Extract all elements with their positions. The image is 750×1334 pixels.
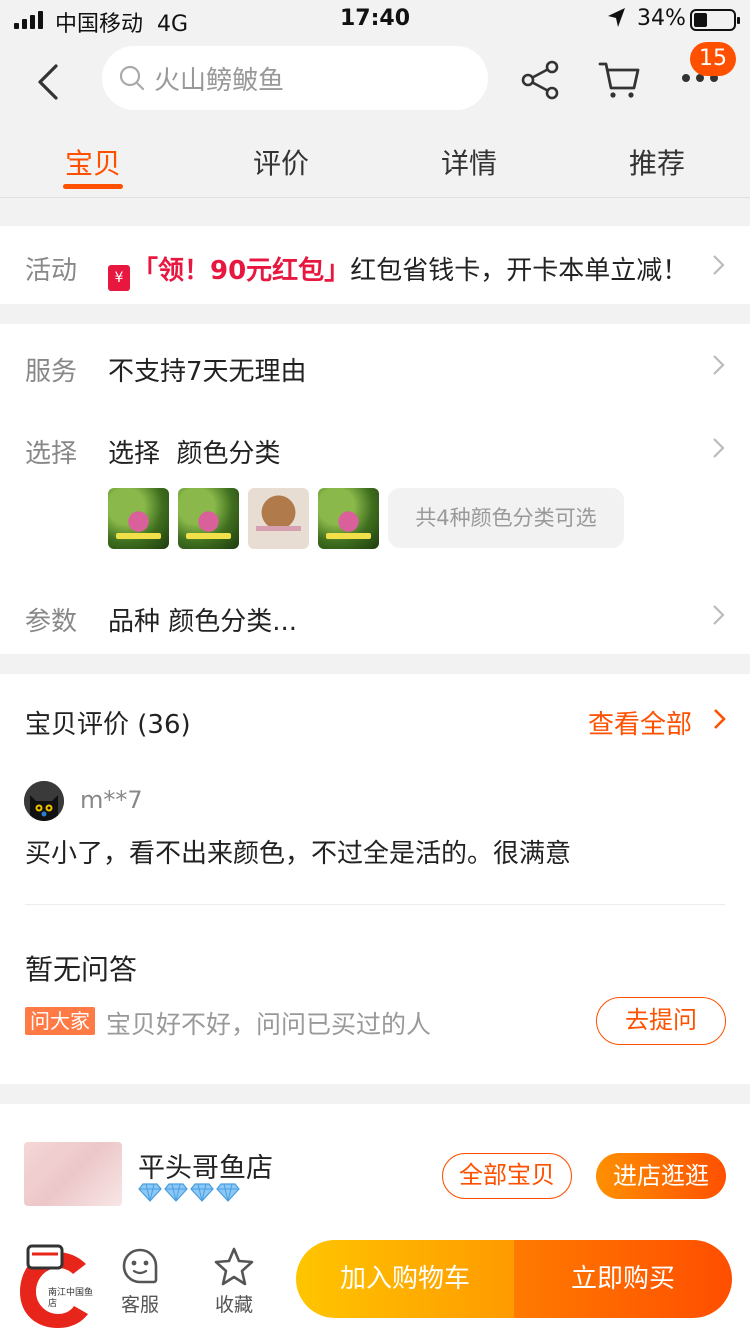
shop-name[interactable]: 平头哥鱼店 (138, 1146, 273, 1185)
tab-details[interactable]: 详情 (409, 142, 529, 182)
chevron-right-icon (714, 709, 726, 729)
activity-promo: ¥ 「领！90元红包」红包省钱卡，开卡本单立减！ (108, 250, 688, 291)
enter-shop-button[interactable]: 进店逛逛 (596, 1153, 726, 1199)
star-icon (214, 1247, 254, 1286)
avatar (24, 781, 64, 821)
active-tab-indicator (63, 184, 123, 189)
share-icon[interactable] (520, 60, 560, 100)
all-items-button[interactable]: 全部宝贝 (442, 1153, 572, 1199)
service-value: 不支持7天无理由 (108, 357, 307, 387)
params-value: 品种 颜色分类... (108, 607, 298, 637)
params-label: 参数 (25, 607, 78, 637)
tab-item[interactable]: 宝贝 (33, 142, 153, 182)
color-option-thumbnail[interactable] (318, 488, 379, 549)
nav-bar: 火山鳑鲏鱼 15 (0, 40, 750, 120)
message-count-badge: 15 (690, 42, 736, 76)
chevron-right-icon (713, 605, 725, 625)
tab-reviews[interactable]: 评价 (221, 142, 341, 182)
service-label: 服务 (25, 357, 78, 387)
shop-logo[interactable] (24, 1142, 122, 1206)
select-value: 选择 颜色分类 (108, 439, 281, 469)
ask-hint: 宝贝好不好，问问已买过的人 (106, 1010, 432, 1039)
color-option-thumbnail[interactable] (248, 488, 309, 549)
red-packet-icon: ¥ (108, 265, 130, 291)
search-input[interactable]: 火山鳑鲏鱼 (102, 46, 488, 110)
activity-label: 活动 (25, 256, 78, 286)
tab-bar: 宝贝 评价 详情 推荐 (0, 120, 750, 198)
activity-row[interactable]: 活动 ¥ 「领！90元红包」红包省钱卡，开卡本单立减！ (0, 226, 750, 304)
status-bar: 中国移动 4G 17:40 34% (0, 0, 750, 40)
buy-now-button[interactable]: 立即购买 (514, 1240, 732, 1318)
see-all-reviews-link[interactable]: 查看全部 (588, 704, 692, 741)
reviews-title: 宝贝评价 (36) (25, 710, 191, 740)
bottom-action-bar: 南江中国鱼店 客服 收藏 加入购物车 立即购买 (0, 1230, 750, 1334)
diamond-icon (138, 1183, 162, 1202)
ask-everyone-badge: 问大家 (25, 1007, 95, 1035)
battery-icon (690, 9, 740, 31)
promo-highlight: 「领！90元红包」 (132, 256, 351, 286)
cart-icon[interactable] (598, 60, 642, 100)
color-option-thumbnail[interactable] (108, 488, 169, 549)
location-arrow-icon (608, 8, 625, 27)
add-to-cart-button[interactable]: 加入购物车 (296, 1240, 514, 1318)
chat-face-icon (122, 1248, 158, 1284)
chevron-right-icon (713, 438, 725, 458)
store-icon-text: 南江中国鱼店 (48, 1288, 94, 1309)
ask-question-button[interactable]: 去提问 (596, 997, 726, 1045)
diamond-icon (190, 1183, 214, 1202)
select-label: 选择 (25, 439, 78, 469)
favorite-button[interactable]: 收藏 (204, 1246, 264, 1317)
reviewer-name: m**7 (80, 786, 143, 814)
divider (25, 904, 725, 905)
battery-percent: 34% (637, 6, 686, 31)
search-placeholder: 火山鳑鲏鱼 (154, 65, 285, 96)
promo-text: 红包省钱卡，开卡本单立减！ (350, 256, 689, 286)
battery-fill (694, 13, 707, 27)
chevron-right-icon (713, 355, 725, 375)
more-colors-button[interactable]: 共4种颜色分类可选 (388, 488, 624, 548)
back-arrow-icon[interactable] (28, 60, 72, 104)
store-icon[interactable]: 南江中国鱼店 (16, 1244, 96, 1330)
search-icon (119, 65, 145, 91)
tab-recommend[interactable]: 推荐 (597, 142, 717, 182)
shop-rank-diamonds (138, 1182, 240, 1202)
favorite-label: 收藏 (214, 1294, 253, 1316)
diamond-icon (216, 1183, 240, 1202)
color-option-thumbnail[interactable] (178, 488, 239, 549)
review-text: 买小了，看不出来颜色，不过全是活的。很满意 (25, 839, 572, 869)
diamond-icon (164, 1183, 188, 1202)
qa-title: 暂无问答 (25, 953, 138, 986)
customer-service-label: 客服 (120, 1294, 159, 1316)
customer-service-button[interactable]: 客服 (110, 1246, 170, 1317)
chevron-right-icon (713, 255, 725, 275)
